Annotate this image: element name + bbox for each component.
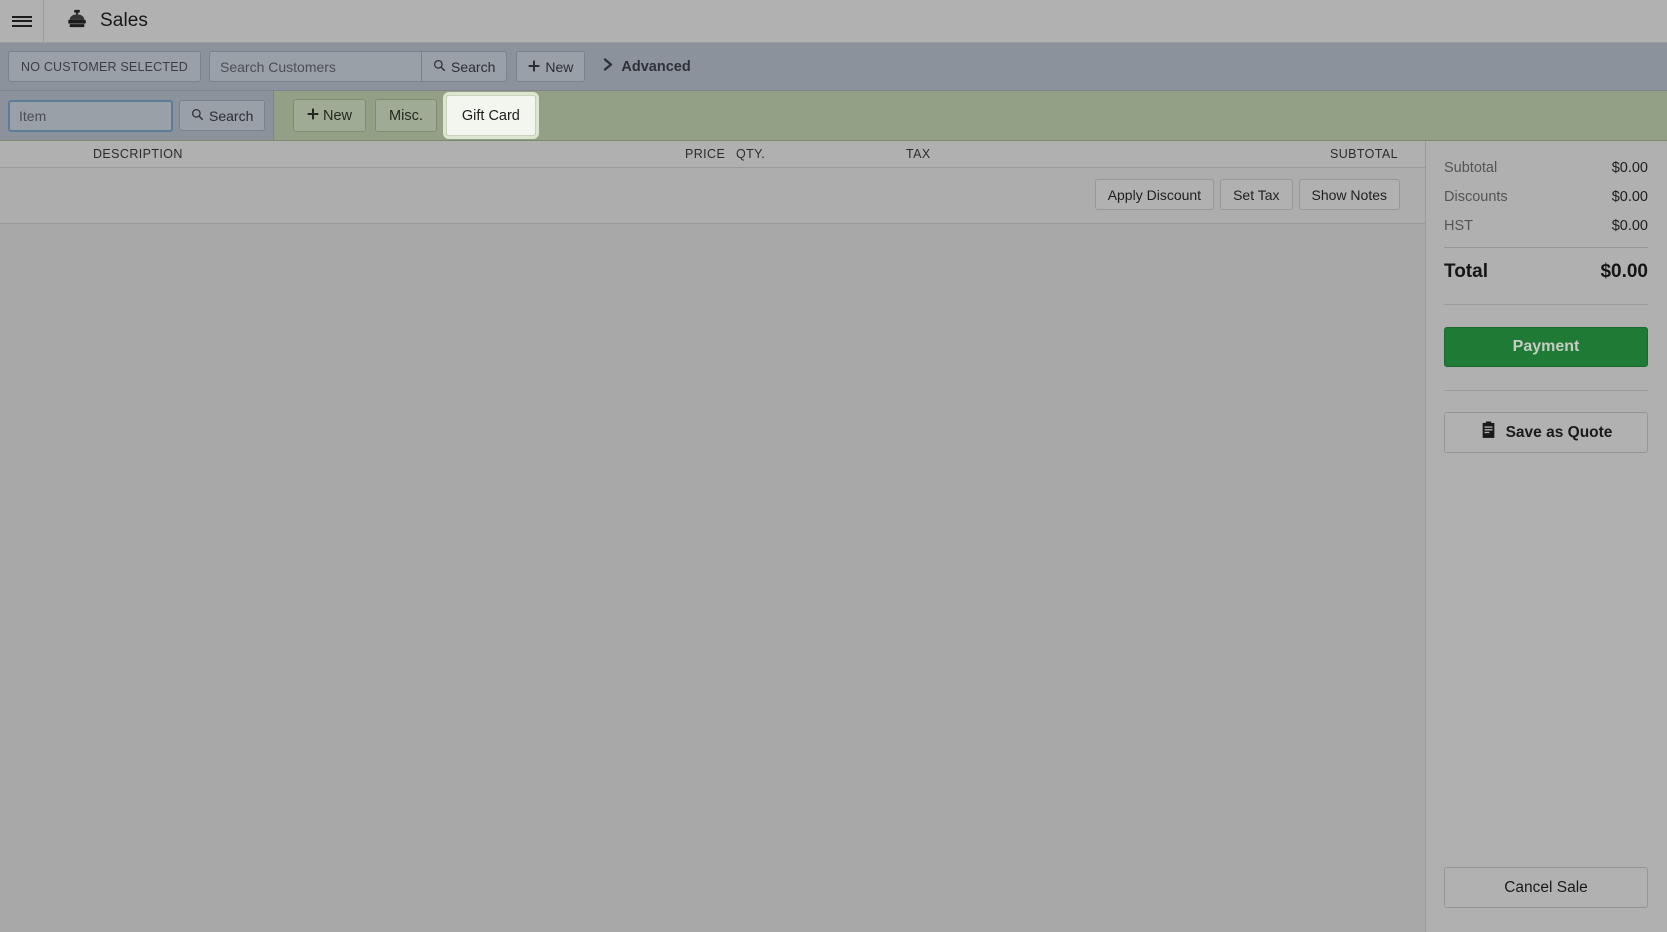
- total-value: $0.00: [1600, 261, 1648, 282]
- totals-divider: [1444, 247, 1648, 248]
- item-action-buttons: New Misc. Gift Card: [274, 92, 539, 139]
- cart-line-items: Apply Discount Set Tax Show Notes: [0, 168, 1425, 224]
- cancel-block: Cancel Sale: [1444, 867, 1648, 932]
- show-notes-button[interactable]: Show Notes: [1298, 179, 1400, 210]
- new-customer-label: New: [545, 58, 574, 75]
- subtotal-value: $0.00: [1611, 160, 1648, 176]
- save-as-quote-button[interactable]: Save as Quote: [1444, 412, 1648, 453]
- customer-search-button[interactable]: Search: [421, 51, 508, 82]
- column-header-tax: TAX: [906, 147, 931, 161]
- grand-total-row: Total $0.00: [1444, 261, 1648, 283]
- new-item-label: New: [323, 107, 353, 124]
- payment-block: Payment: [1444, 305, 1648, 390]
- page-title-area: Sales: [44, 0, 148, 42]
- app-header: Sales: [0, 0, 1667, 43]
- totals-row: HST $0.00: [1444, 218, 1648, 234]
- advanced-search-toggle[interactable]: Advanced: [603, 58, 691, 75]
- payment-button[interactable]: Payment: [1444, 327, 1648, 367]
- cart-action-buttons: Apply Discount Set Tax Show Notes: [1094, 179, 1400, 210]
- cart-table-header: DESCRIPTION PRICE QTY. TAX SUBTOTAL: [0, 141, 1425, 168]
- selected-customer-chip[interactable]: NO CUSTOMER SELECTED: [8, 51, 201, 82]
- hst-value: $0.00: [1611, 218, 1648, 234]
- cart-empty-area: [0, 224, 1425, 932]
- new-item-button[interactable]: New: [293, 99, 367, 132]
- column-header-price: PRICE: [685, 147, 726, 161]
- advanced-label: Advanced: [621, 58, 691, 75]
- gift-card-button[interactable]: Gift Card: [442, 92, 539, 139]
- discounts-label: Discounts: [1444, 189, 1508, 205]
- totals-list: Subtotal $0.00 Discounts $0.00 HST $0.00…: [1444, 141, 1648, 304]
- total-label: Total: [1444, 261, 1488, 282]
- cart-panel: DESCRIPTION PRICE QTY. TAX SUBTOTAL Appl…: [0, 141, 1426, 932]
- cancel-sale-button[interactable]: Cancel Sale: [1444, 867, 1648, 908]
- item-search-zone: Search: [0, 91, 274, 140]
- customer-search-group: Search: [209, 51, 508, 82]
- totals-sidebar: Subtotal $0.00 Discounts $0.00 HST $0.00…: [1426, 141, 1666, 932]
- main-body: DESCRIPTION PRICE QTY. TAX SUBTOTAL Appl…: [0, 141, 1667, 932]
- hamburger-menu-button[interactable]: [0, 0, 44, 42]
- chevron-right-icon: [603, 58, 614, 75]
- apply-discount-button[interactable]: Apply Discount: [1094, 179, 1215, 210]
- column-header-subtotal: SUBTOTAL: [1329, 147, 1398, 161]
- misc-item-button[interactable]: Misc.: [375, 99, 437, 132]
- plus-icon: [307, 108, 319, 124]
- clipboard-receipt-icon: [1480, 421, 1497, 444]
- customer-search-input[interactable]: [209, 51, 421, 82]
- item-search-input[interactable]: [8, 99, 173, 132]
- discounts-value: $0.00: [1611, 189, 1648, 205]
- item-toolbar: Search New Misc. Gift Card: [0, 91, 1667, 141]
- plus-icon: [528, 59, 540, 75]
- totals-row: Subtotal $0.00: [1444, 160, 1648, 176]
- page-title: Sales: [100, 10, 149, 31]
- magnifier-icon: [433, 59, 446, 75]
- hamburger-icon: [11, 15, 32, 18]
- quote-block: Save as Quote: [1444, 391, 1648, 453]
- cash-register-icon: [66, 8, 88, 35]
- set-tax-button[interactable]: Set Tax: [1220, 179, 1293, 210]
- column-header-qty: QTY.: [736, 147, 766, 161]
- item-search-button-label: Search: [209, 107, 254, 124]
- customer-toolbar: NO CUSTOMER SELECTED Search New: [0, 43, 1667, 91]
- item-search-button[interactable]: Search: [179, 100, 266, 131]
- column-header-description: DESCRIPTION: [93, 147, 183, 161]
- save-as-quote-label: Save as Quote: [1505, 423, 1613, 441]
- new-customer-button[interactable]: New: [516, 51, 586, 82]
- subtotal-label: Subtotal: [1444, 160, 1498, 176]
- hst-label: HST: [1444, 218, 1473, 234]
- totals-row: Discounts $0.00: [1444, 189, 1648, 205]
- customer-search-button-label: Search: [451, 58, 496, 75]
- magnifier-icon: [191, 108, 204, 124]
